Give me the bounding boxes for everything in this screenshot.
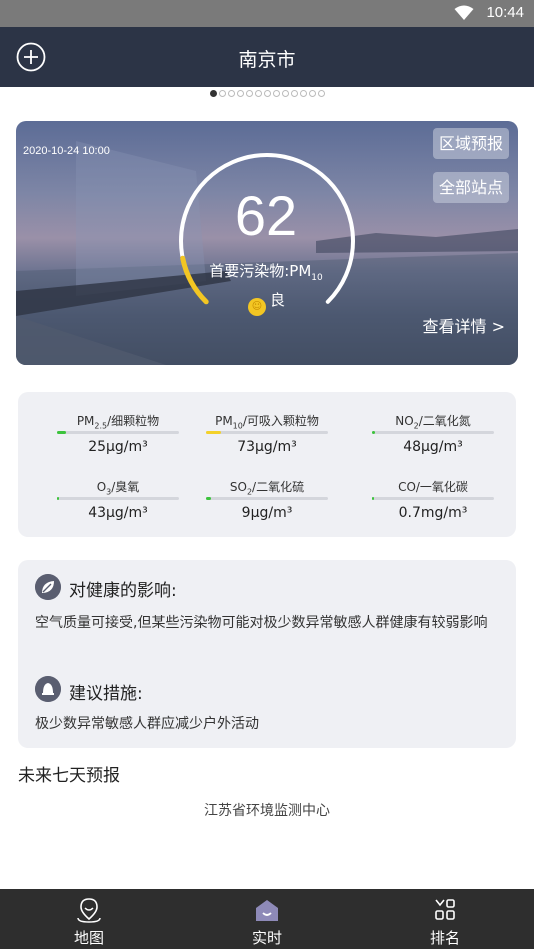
page-dot[interactable]: [308, 90, 316, 97]
pollutant-level-fill: [372, 431, 376, 434]
pollutant-pm10[interactable]: PM10/可吸入颗粒物 73μg/m³: [192, 412, 342, 455]
pollutant-level-fill: [57, 497, 59, 500]
pollutant-no2[interactable]: NO2/二氧化氮 48μg/m³: [358, 412, 508, 455]
all-stations-button[interactable]: 全部站点: [432, 172, 509, 203]
nav-ranking[interactable]: 排名: [356, 889, 534, 949]
primary-pollutant-name: PM: [289, 262, 312, 280]
health-effect-title: 对健康的影响:: [69, 581, 177, 601]
bell-icon: [35, 676, 61, 702]
region-forecast-button[interactable]: 区域预报: [432, 128, 509, 159]
primary-pollutant: 首要污染物:PM10: [156, 260, 376, 283]
pollutant-value: 25μg/m³: [88, 439, 148, 455]
pollutant-level-fill: [206, 497, 211, 500]
pollutant-level-fill: [57, 431, 66, 434]
map-pin-icon: [77, 898, 101, 923]
pollutant-level-bar: [206, 431, 328, 434]
page-dot[interactable]: [290, 90, 298, 97]
pollutant-value: 0.7mg/m³: [398, 505, 468, 521]
page-indicator[interactable]: [0, 90, 534, 100]
page-dot[interactable]: [227, 90, 235, 97]
pollutant-panel: PM2.5/细颗粒物 25μg/m³ PM10/可吸入颗粒物 73μg/m³ N…: [18, 392, 516, 537]
wifi-icon: [454, 5, 474, 20]
page-dot[interactable]: [299, 90, 307, 97]
pollutant-value: 48μg/m³: [403, 439, 463, 455]
pollutant-level-bar: [57, 497, 179, 500]
smile-icon: ☺: [248, 298, 266, 316]
nav-ranking-label: 排名: [429, 929, 460, 947]
pollutant-o3[interactable]: O3/臭氧 43μg/m³: [43, 478, 193, 521]
page-dot[interactable]: [245, 90, 253, 97]
pollutant-level-fill: [372, 497, 374, 500]
nav-map-label: 地图: [73, 929, 104, 947]
leaf-icon: [35, 574, 61, 600]
nav-realtime[interactable]: 实时: [178, 889, 356, 949]
page-dot[interactable]: [236, 90, 244, 97]
health-panel: 对健康的影响: 空气质量可接受,但某些污染物可能对极少数异常敏感人群健康有较弱影…: [18, 560, 516, 748]
pollutant-level-bar: [206, 497, 328, 500]
aqi-level: ☺ 良: [248, 289, 285, 316]
page-dot[interactable]: [254, 90, 262, 97]
aqi-card[interactable]: 2020-10-24 10:00 区域预报 全部站点 62 首要污染物:PM10…: [16, 121, 518, 365]
ranking-grid-icon: [435, 899, 455, 920]
pollutant-level-fill: [206, 431, 221, 434]
view-details-link[interactable]: 查看详情 >: [423, 313, 506, 337]
pollutant-name: PM2.5/细颗粒物: [76, 414, 160, 431]
city-title: 南京市: [238, 49, 296, 71]
aqi-level-label: 良: [270, 291, 286, 309]
pollutant-name: NO2/二氧化氮: [395, 414, 471, 431]
home-icon: [256, 900, 278, 921]
pollutant-value: 73μg/m³: [237, 439, 297, 455]
pollutant-name: O3/臭氧: [96, 480, 140, 497]
health-effect-text: 空气质量可接受,但某些污染物可能对极少数异常敏感人群健康有较弱影响: [35, 615, 488, 631]
clock: 10:44: [486, 4, 524, 21]
pollutant-so2[interactable]: SO2/二氧化硫 9μg/m³: [192, 478, 342, 521]
pollutant-value: 9μg/m³: [241, 505, 293, 521]
page-dot[interactable]: [281, 90, 289, 97]
pollutant-value: 43μg/m³: [88, 505, 148, 521]
pollutant-level-bar: [57, 431, 179, 434]
pollutant-co[interactable]: CO/一氧化碳 0.7mg/m³: [358, 478, 508, 521]
page-dot[interactable]: [317, 90, 325, 97]
advice-title: 建议措施:: [69, 684, 143, 704]
pollutant-name: PM10/可吸入颗粒物: [215, 414, 319, 431]
primary-pollutant-sub: 10: [311, 273, 323, 283]
pollutant-pm25[interactable]: PM2.5/细颗粒物 25μg/m³: [43, 412, 193, 455]
pollutant-name: CO/一氧化碳: [398, 480, 468, 494]
status-bar: 10:44: [0, 0, 534, 27]
forecast-title: 未来七天预报: [18, 766, 120, 786]
pollutant-level-bar: [372, 431, 494, 434]
update-time: 2020-10-24 10:00: [23, 145, 110, 157]
aqi-value: 62: [234, 184, 298, 247]
page-dot[interactable]: [218, 90, 226, 97]
page-dot[interactable]: [263, 90, 271, 97]
page-dot[interactable]: [272, 90, 280, 97]
advice-text: 极少数异常敏感人群应减少户外活动: [35, 716, 259, 732]
nav-map[interactable]: 地图: [0, 889, 178, 949]
nav-realtime-label: 实时: [251, 929, 282, 947]
page-dot[interactable]: [209, 90, 217, 97]
data-source: 江苏省环境监测中心: [204, 803, 330, 819]
pollutant-name: SO2/二氧化硫: [229, 480, 305, 497]
app-bar: 南京市: [0, 27, 534, 87]
bottom-nav: 地图 实时 排名: [0, 889, 534, 949]
pollutant-level-bar: [372, 497, 494, 500]
primary-pollutant-label: 首要污染物:: [209, 262, 290, 280]
